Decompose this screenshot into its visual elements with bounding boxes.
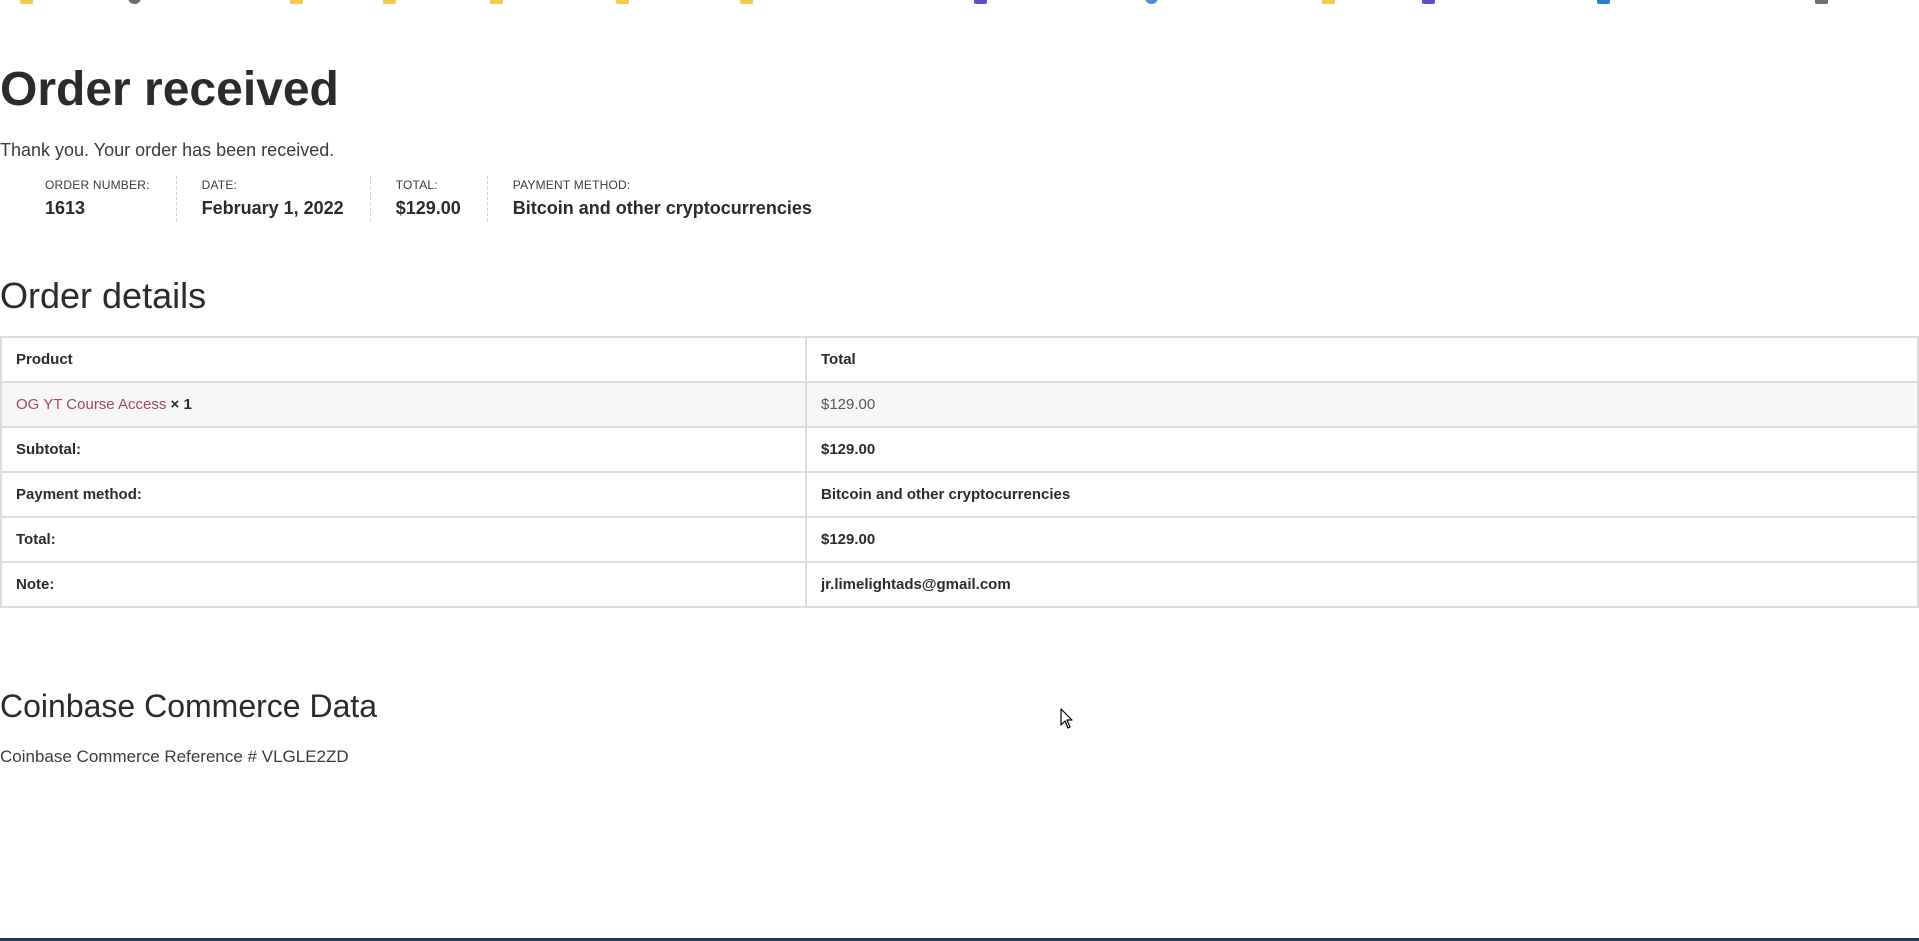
product-cell: OG YT Course Access × 1 xyxy=(0,381,807,428)
table-header-row: Product Total xyxy=(0,336,1919,383)
order-number-value: 1613 xyxy=(45,198,86,218)
table-row: Payment method: Bitcoin and other crypto… xyxy=(0,471,1919,518)
thank-you-message: Thank you. Your order has been received. xyxy=(0,140,335,160)
total-row-label: Total: xyxy=(0,516,807,563)
coinbase-heading: Coinbase Commerce Data xyxy=(0,688,378,724)
mouse-cursor-icon xyxy=(1060,708,1073,729)
page-title: Order received xyxy=(0,63,339,116)
total-label: TOTAL: xyxy=(395,178,438,192)
date-label: DATE: xyxy=(201,178,238,192)
folder-icon[interactable] xyxy=(383,0,396,4)
total-row-value: $129.00 xyxy=(805,516,1919,563)
order-number-label: ORDER NUMBER: xyxy=(45,178,150,192)
overview-order-number: ORDER NUMBER: 1613 xyxy=(0,176,176,221)
app-icon[interactable] xyxy=(1422,0,1435,4)
product-quantity: × 1 xyxy=(170,396,192,413)
product-link[interactable]: OG YT Course Access xyxy=(16,396,166,413)
folder-icon[interactable] xyxy=(616,0,629,4)
table-row: OG YT Course Access × 1 $129.00 xyxy=(0,381,1919,428)
product-total-cell: $129.00 xyxy=(805,381,1919,428)
globe-icon[interactable] xyxy=(128,0,141,4)
app-icon[interactable] xyxy=(974,0,987,4)
subtotal-label: Subtotal: xyxy=(0,426,807,473)
payment-method-label: PAYMENT METHOD: xyxy=(512,178,631,192)
overview-date: DATE: February 1, 2022 xyxy=(175,176,370,221)
folder-icon[interactable] xyxy=(290,0,303,4)
column-header-total: Total xyxy=(805,336,1919,383)
order-overview: ORDER NUMBER: 1613 DATE: February 1, 202… xyxy=(0,176,838,221)
folder-icon[interactable] xyxy=(490,0,503,4)
note-row-label: Note: xyxy=(0,561,807,608)
app-icon[interactable] xyxy=(1597,0,1610,4)
folder-icon[interactable] xyxy=(1322,0,1335,4)
subtotal-value: $129.00 xyxy=(805,426,1919,473)
table-row: Note: jr.limelightads@gmail.com xyxy=(0,561,1919,608)
payment-method-row-value: Bitcoin and other cryptocurrencies xyxy=(805,471,1919,518)
bookmarks-bar xyxy=(0,0,1919,6)
column-header-product: Product xyxy=(0,336,807,383)
folder-icon[interactable] xyxy=(20,0,33,4)
table-row: Subtotal: $129.00 xyxy=(0,426,1919,473)
table-row: Total: $129.00 xyxy=(0,516,1919,563)
note-row-value: jr.limelightads@gmail.com xyxy=(805,561,1919,608)
date-value: February 1, 2022 xyxy=(201,198,344,218)
overview-payment-method: PAYMENT METHOD: Bitcoin and other crypto… xyxy=(486,176,838,221)
globe-icon[interactable] xyxy=(1145,0,1158,4)
order-details-heading: Order details xyxy=(0,275,207,316)
total-value: $129.00 xyxy=(395,198,461,218)
coinbase-reference: Coinbase Commerce Reference # VLGLE2ZD xyxy=(0,747,349,766)
order-details-table: Product Total OG YT Course Access × 1 $1… xyxy=(0,336,1919,608)
folder-icon[interactable] xyxy=(740,0,753,4)
page-icon[interactable] xyxy=(1815,0,1828,4)
overview-total: TOTAL: $129.00 xyxy=(369,176,487,221)
payment-method-row-label: Payment method: xyxy=(0,471,807,518)
payment-method-value: Bitcoin and other cryptocurrencies xyxy=(512,198,812,218)
